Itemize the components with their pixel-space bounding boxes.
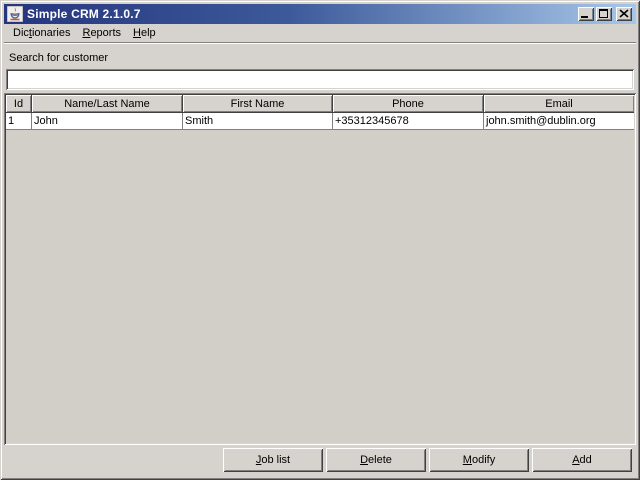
column-header-phone[interactable]: Phone <box>333 95 484 113</box>
cell-id[interactable]: 1 <box>6 113 32 130</box>
job-list-button[interactable]: Job list <box>223 448 323 472</box>
column-header-last-name[interactable]: Name/Last Name <box>32 95 183 113</box>
app-window: Simple CRM 2.1.0.7 Dictionaries Reports … <box>0 0 640 480</box>
window-title: Simple CRM 2.1.0.7 <box>27 7 141 21</box>
delete-button[interactable]: Delete <box>326 448 426 472</box>
cell-phone[interactable]: +35312345678 <box>333 113 484 130</box>
customer-table: Id Name/Last Name First Name Phone Email… <box>6 95 634 130</box>
search-input[interactable] <box>6 69 634 90</box>
menu-reports[interactable]: Reports <box>76 25 127 41</box>
titlebar[interactable]: Simple CRM 2.1.0.7 <box>4 4 636 24</box>
menu-dictionaries[interactable]: Dictionaries <box>7 25 76 41</box>
button-bar: Job list Delete Modify Add <box>4 448 636 472</box>
menu-help[interactable]: Help <box>127 25 162 41</box>
maximize-icon[interactable] <box>596 7 612 21</box>
customer-table-scrollpane: Id Name/Last Name First Name Phone Email… <box>4 93 636 445</box>
table-row[interactable]: 1 John Smith +35312345678 john.smith@dub… <box>6 113 634 130</box>
cell-email[interactable]: john.smith@dublin.org <box>484 113 634 130</box>
search-label: Search for customer <box>9 52 109 64</box>
java-coffee-cup-icon <box>7 6 23 22</box>
window-controls <box>578 7 632 21</box>
cell-last-name[interactable]: John <box>32 113 183 130</box>
modify-button[interactable]: Modify <box>429 448 529 472</box>
close-icon[interactable] <box>616 7 632 21</box>
menubar: Dictionaries Reports Help <box>4 24 636 43</box>
table-header-row: Id Name/Last Name First Name Phone Email <box>6 95 634 113</box>
cell-first-name[interactable]: Smith <box>183 113 333 130</box>
column-header-email[interactable]: Email <box>484 95 634 113</box>
column-header-first-name[interactable]: First Name <box>183 95 333 113</box>
minimize-icon[interactable] <box>578 7 594 21</box>
add-button[interactable]: Add <box>532 448 632 472</box>
column-header-id[interactable]: Id <box>6 95 32 113</box>
